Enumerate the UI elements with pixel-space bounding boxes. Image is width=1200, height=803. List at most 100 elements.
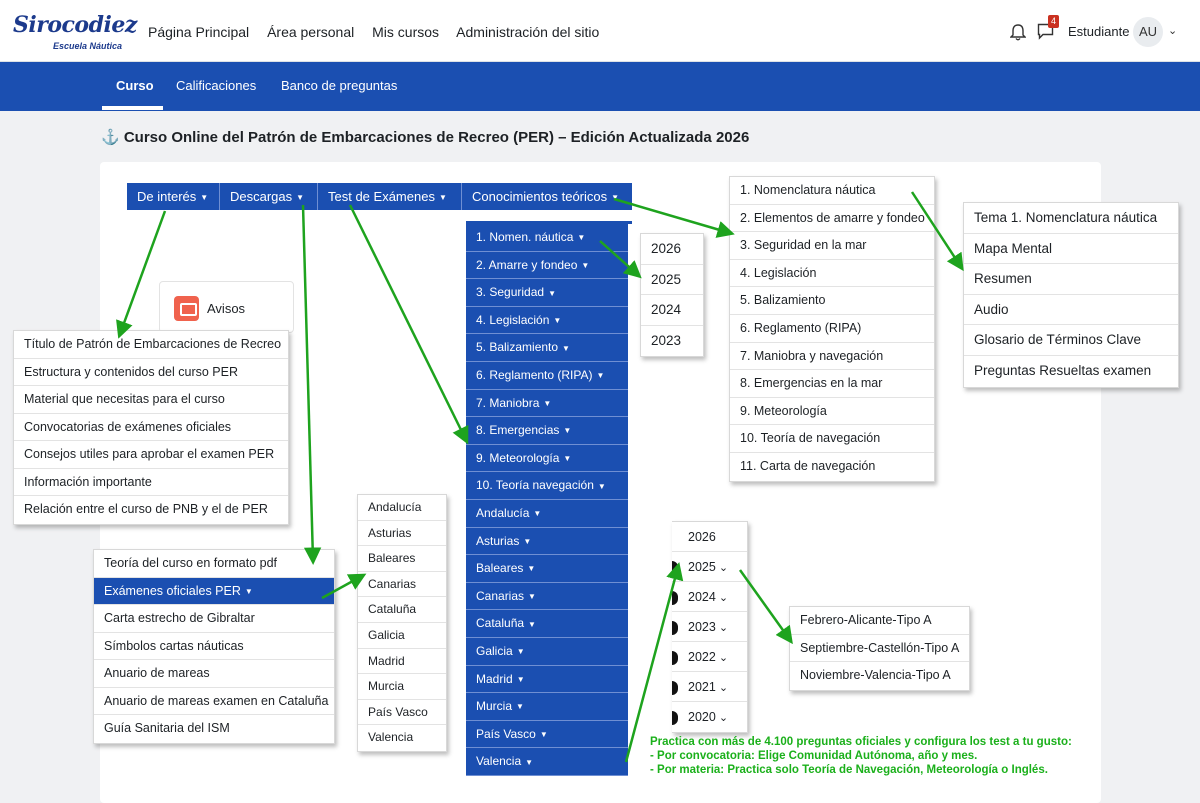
test-item[interactable]: Galicia ▼ <box>466 638 628 666</box>
menu-test-examenes[interactable]: Test de Exámenes ▼ <box>318 183 462 210</box>
teoria-item[interactable]: 8. Emergencias en la mar <box>730 370 934 398</box>
teoria-item[interactable]: 10. Teoría de navegación <box>730 425 934 453</box>
test-item-label: 7. Maniobra <box>476 395 540 410</box>
exam-year-item[interactable]: 2021 ⌄ <box>672 672 747 702</box>
test-item[interactable]: País Vasco ▼ <box>466 721 628 749</box>
exam-item[interactable]: Noviembre-Valencia-Tipo A <box>790 662 969 690</box>
tab-question-bank[interactable]: Banco de preguntas <box>281 78 397 93</box>
menu-conocimientos-teoricos[interactable]: Conocimientos teóricos ▼ <box>462 183 632 210</box>
region-item[interactable]: Galicia <box>358 623 446 649</box>
test-item[interactable]: 7. Maniobra ▼ <box>466 390 628 418</box>
interes-item[interactable]: Título de Patrón de Embarcaciones de Rec… <box>14 331 288 359</box>
test-item[interactable]: 10. Teoría navegación ▼ <box>466 472 628 500</box>
teoria-item[interactable]: 4. Legislación <box>730 260 934 288</box>
interes-item[interactable]: Consejos utiles para aprobar el examen P… <box>14 441 288 469</box>
descargas-item[interactable]: Anuario de mareas examen en Cataluña <box>94 688 334 715</box>
teoria-item[interactable]: 11. Carta de navegación <box>730 453 934 481</box>
tema-item[interactable]: Audio <box>964 295 1178 326</box>
region-item[interactable]: Asturias <box>358 521 446 547</box>
interes-item[interactable]: Estructura y contenidos del curso PER <box>14 359 288 386</box>
descargas-item[interactable]: Guía Sanitaria del ISM <box>94 715 334 743</box>
teoria-item[interactable]: 3. Seguridad en la mar <box>730 232 934 260</box>
test-item[interactable]: 9. Meteorología ▼ <box>466 445 628 473</box>
exam-year-item[interactable]: 2026 <box>672 522 747 552</box>
teoria-item[interactable]: 5. Balizamiento <box>730 287 934 315</box>
test-item[interactable]: Madrid ▼ <box>466 666 628 694</box>
region-item[interactable]: Murcia <box>358 674 446 700</box>
year-item[interactable]: 2024 <box>641 295 703 326</box>
test-item[interactable]: 4. Legislación ▼ <box>466 307 628 335</box>
menu-de-interes[interactable]: De interés ▼ <box>127 183 220 210</box>
exam-year-item[interactable]: 2023 ⌄ <box>672 612 747 642</box>
teoria-item[interactable]: 1. Nomenclatura náutica <box>730 177 934 205</box>
interes-item[interactable]: Información importante <box>14 469 288 496</box>
menu-descargas[interactable]: Descargas ▼ <box>220 183 318 210</box>
region-item[interactable]: País Vasco <box>358 700 446 726</box>
region-item[interactable]: Cataluña <box>358 597 446 623</box>
exam-year-item[interactable]: 2025 ⌄ <box>672 552 747 582</box>
tab-grades[interactable]: Calificaciones <box>176 78 256 93</box>
test-item[interactable]: 2. Amarre y fondeo ▼ <box>466 252 628 280</box>
test-item[interactable]: 3. Seguridad ▼ <box>466 279 628 307</box>
tema-item[interactable]: Tema 1. Nomenclatura náutica <box>964 203 1178 234</box>
exam-item[interactable]: Febrero-Alicante-Tipo A <box>790 607 969 635</box>
test-item[interactable]: Baleares ▼ <box>466 555 628 583</box>
user-name[interactable]: Estudiante <box>1068 24 1129 39</box>
interes-item-label: Información importante <box>24 474 152 489</box>
region-item[interactable]: Baleares <box>358 546 446 572</box>
descargas-item[interactable]: Carta estrecho de Gibraltar <box>94 605 334 633</box>
teoria-item-label: 9. Meteorología <box>740 403 827 418</box>
test-item[interactable]: Andalucía ▼ <box>466 500 628 528</box>
exam-year-item[interactable]: 2022 ⌄ <box>672 642 747 672</box>
region-item[interactable]: Valencia <box>358 725 446 751</box>
teoria-dropdown: 1. Nomenclatura náutica 2. Elementos de a… <box>729 176 935 482</box>
test-item[interactable]: 1. Nomen. náutica ▼ <box>466 224 628 252</box>
tab-course[interactable]: Curso <box>116 78 154 93</box>
exam-year-item[interactable]: 2020 ⌄ <box>672 702 747 732</box>
interes-item[interactable]: Convocatorias de exámenes oficiales <box>14 414 288 441</box>
tema-item[interactable]: Glosario de Términos Clave <box>964 325 1178 356</box>
test-item[interactable]: Cataluña ▼ <box>466 610 628 638</box>
teoria-item[interactable]: 9. Meteorología <box>730 398 934 426</box>
announcements-activity[interactable]: Avisos <box>159 281 294 333</box>
teoria-item[interactable]: 7. Maniobra y navegación <box>730 343 934 371</box>
nav-home[interactable]: Página Principal <box>148 24 249 40</box>
chevron-down-icon[interactable]: ⌄ <box>1168 24 1177 37</box>
nav-site-admin[interactable]: Administración del sitio <box>456 24 599 40</box>
interes-dropdown: Título de Patrón de Embarcaciones de Rec… <box>13 330 289 525</box>
nav-my-courses[interactable]: Mis cursos <box>372 24 439 40</box>
descargas-item[interactable]: Anuario de mareas <box>94 660 334 688</box>
year-item[interactable]: 2023 <box>641 326 703 357</box>
exam-item[interactable]: Septiembre-Castellón-Tipo A <box>790 635 969 662</box>
bell-icon[interactable] <box>1010 24 1026 41</box>
test-item[interactable]: 8. Emergencias ▼ <box>466 417 628 445</box>
tema-item[interactable]: Preguntas Resueltas examen <box>964 356 1178 387</box>
year-item[interactable]: 2025 <box>641 265 703 295</box>
test-item[interactable]: 5. Balizamiento ▼ <box>466 334 628 362</box>
test-item[interactable]: Valencia ▼ <box>466 748 628 776</box>
descargas-item[interactable]: Exámenes oficiales PER ▼ <box>94 577 334 605</box>
region-item[interactable]: Canarias <box>358 572 446 598</box>
year-item[interactable]: 2026 <box>641 234 703 265</box>
nav-personal-area[interactable]: Área personal <box>267 24 354 40</box>
tema-item[interactable]: Mapa Mental <box>964 234 1178 265</box>
test-item[interactable]: 6. Reglamento (RIPA) ▼ <box>466 362 628 390</box>
region-item-label: Valencia <box>368 730 414 745</box>
descargas-item[interactable]: Símbolos cartas náuticas <box>94 633 334 660</box>
teoria-item-label: 5. Balizamiento <box>740 293 826 308</box>
region-item[interactable]: Andalucía <box>358 495 446 521</box>
teoria-item[interactable]: 2. Elementos de amarre y fondeo <box>730 205 934 233</box>
test-item[interactable]: Asturias ▼ <box>466 528 628 556</box>
interes-item[interactable]: Material que necesitas para el curso <box>14 386 288 414</box>
teoria-item[interactable]: 6. Reglamento (RIPA) <box>730 315 934 343</box>
descargas-item[interactable]: Teoría del curso en formato pdf <box>94 550 334 578</box>
test-item-label: Galicia <box>476 643 513 658</box>
region-item[interactable]: Madrid <box>358 649 446 675</box>
interes-item[interactable]: Relación entre el curso de PNB y el de P… <box>14 496 288 524</box>
exam-year-item[interactable]: 2024 ⌄ <box>672 582 747 612</box>
test-item[interactable]: Murcia ▼ <box>466 693 628 721</box>
test-item[interactable]: Canarias ▼ <box>466 583 628 611</box>
brand-logo[interactable]: Sirocodiez Escuela Náutica <box>13 12 137 54</box>
avatar[interactable]: AU <box>1133 17 1163 47</box>
tema-item[interactable]: Resumen <box>964 264 1178 295</box>
